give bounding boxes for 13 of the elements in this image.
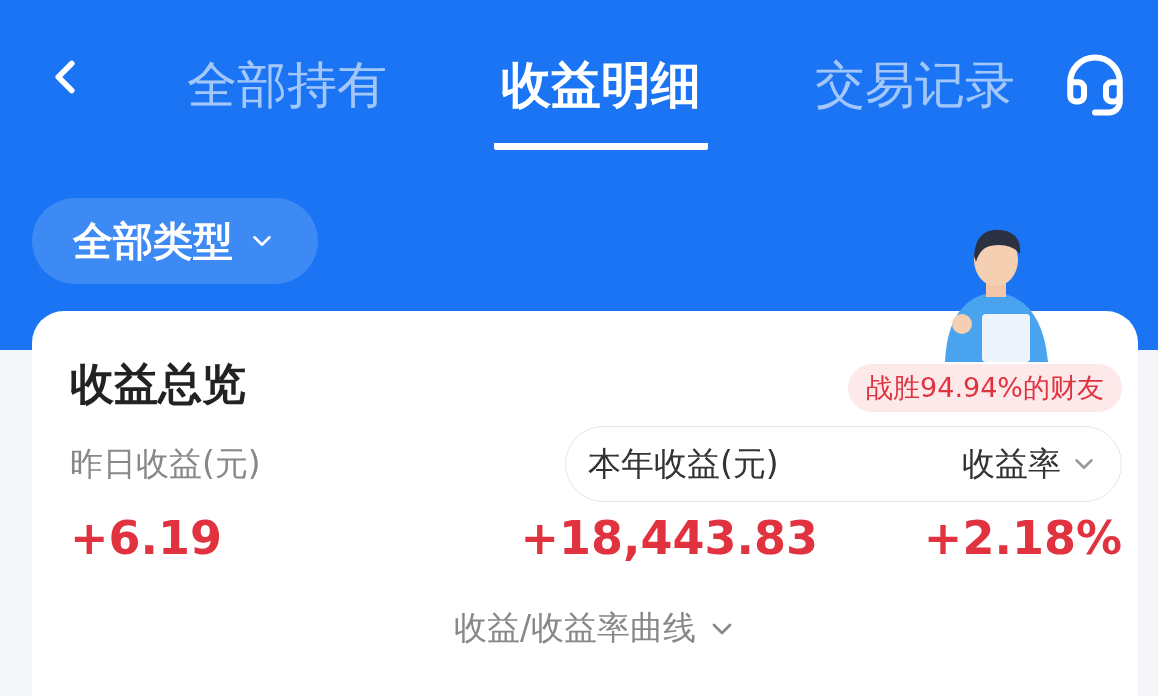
rank-badge: 战胜94.94%的财友	[848, 363, 1122, 412]
tab[interactable]: 全部持有	[180, 54, 394, 150]
rate-value: +2.18%	[922, 510, 1122, 567]
type-filter-button[interactable]: 全部类型	[32, 198, 318, 284]
card-title: 收益总览	[70, 357, 246, 411]
year-label: 本年收益(元)	[588, 442, 779, 485]
curve-toggle[interactable]: 收益/收益率曲线	[453, 606, 739, 651]
yesterday-value: +6.19	[70, 510, 224, 567]
yesterday-label: 昨日收益(元)	[70, 442, 261, 485]
year-value: +18,443.83	[519, 510, 818, 567]
rate-dropdown[interactable]: 收益率	[962, 441, 1099, 487]
tab[interactable]: 收益明细	[494, 54, 708, 150]
tab[interactable]: 交易记录	[808, 54, 1022, 150]
